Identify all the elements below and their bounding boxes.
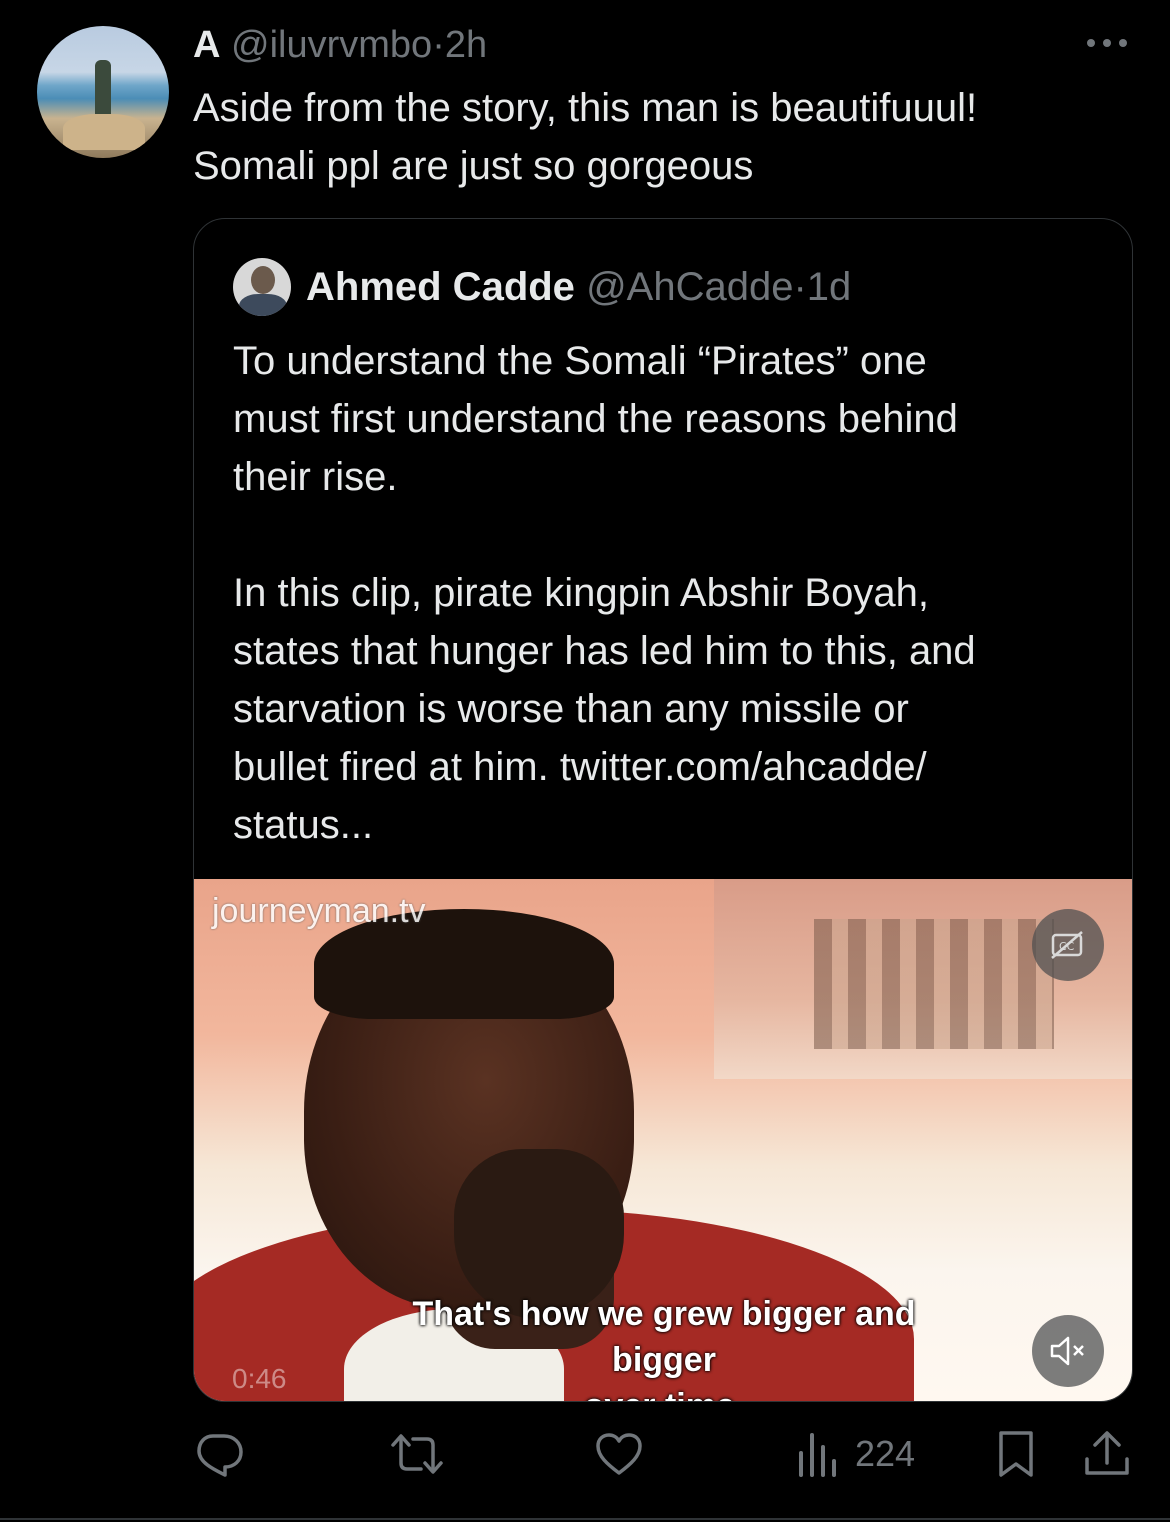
avatar-statue-graphic: [95, 60, 111, 118]
captions-off-button[interactable]: CC: [1032, 909, 1104, 981]
bookmark-button[interactable]: [993, 1424, 1039, 1484]
quoted-author-handle[interactable]: @AhCadde: [586, 265, 793, 309]
retweet-icon: [391, 1434, 443, 1474]
video-background-crowd: [814, 919, 1054, 1049]
like-button[interactable]: [593, 1424, 645, 1484]
video-subtitle: That's how we grew bigger and bigger ove…: [364, 1291, 964, 1401]
quoted-text: To understand the Somali “Pirates” one m…: [233, 339, 976, 847]
more-dots-icon[interactable]: [1084, 28, 1130, 58]
author-name[interactable]: A: [193, 24, 220, 66]
views-count: 224: [855, 1433, 916, 1474]
video-player[interactable]: journeyman.tv CC That's how we grew bigg…: [194, 879, 1132, 1401]
tweet-time[interactable]: 2h: [445, 24, 487, 66]
quoted-author-avatar[interactable]: [233, 258, 291, 316]
author-avatar[interactable]: [37, 26, 169, 158]
divider: [0, 1518, 1170, 1520]
quoted-tweet[interactable]: Ahmed Cadde @AhCadde·1d To understand th…: [193, 218, 1133, 1402]
subtitle-line: over time.: [364, 1383, 964, 1401]
video-duration: 0:46: [232, 1363, 287, 1394]
subtitle-line: That's how we grew bigger and bigger: [412, 1295, 916, 1379]
quoted-header: Ahmed Cadde @AhCadde·1d: [306, 263, 851, 311]
views-button[interactable]: 224: [793, 1424, 915, 1484]
meta-separator: ·: [432, 24, 445, 66]
tweet-text: Aside from the story, this man is beauti…: [193, 79, 1143, 195]
tweet-header: A @iluvrvmbo·2h: [193, 22, 487, 68]
video-watermark: journeyman.tv: [212, 892, 426, 930]
tweet[interactable]: A @iluvrvmbo·2h Aside from the story, th…: [0, 0, 1170, 1522]
tweet-text-line: Aside from the story, this man is beauti…: [193, 86, 978, 130]
quoted-time: 1d: [806, 265, 852, 309]
reply-icon: [197, 1434, 243, 1477]
tweet-actions: 224: [193, 1424, 1133, 1484]
heart-icon: [596, 1433, 642, 1475]
meta-separator: ·: [793, 265, 807, 309]
views-icon: [799, 1433, 836, 1477]
quoted-author-name[interactable]: Ahmed Cadde: [306, 265, 575, 309]
avatar-face-graphic: [251, 266, 275, 294]
unmute-button[interactable]: [1032, 1315, 1104, 1387]
avatar-base-graphic: [63, 114, 145, 150]
captions-off-icon: CC: [1051, 931, 1083, 959]
share-icon: [1085, 1431, 1129, 1475]
share-button[interactable]: [1081, 1424, 1133, 1484]
volume-muted-icon: [1050, 1336, 1084, 1366]
bookmark-icon: [999, 1431, 1033, 1477]
author-handle[interactable]: @iluvrvmbo: [231, 24, 432, 66]
reply-button[interactable]: [193, 1424, 245, 1484]
tweet-text-line: Somali ppl are just so gorgeous: [193, 144, 754, 188]
avatar-body-graphic: [239, 294, 287, 316]
retweet-button[interactable]: [389, 1424, 445, 1484]
